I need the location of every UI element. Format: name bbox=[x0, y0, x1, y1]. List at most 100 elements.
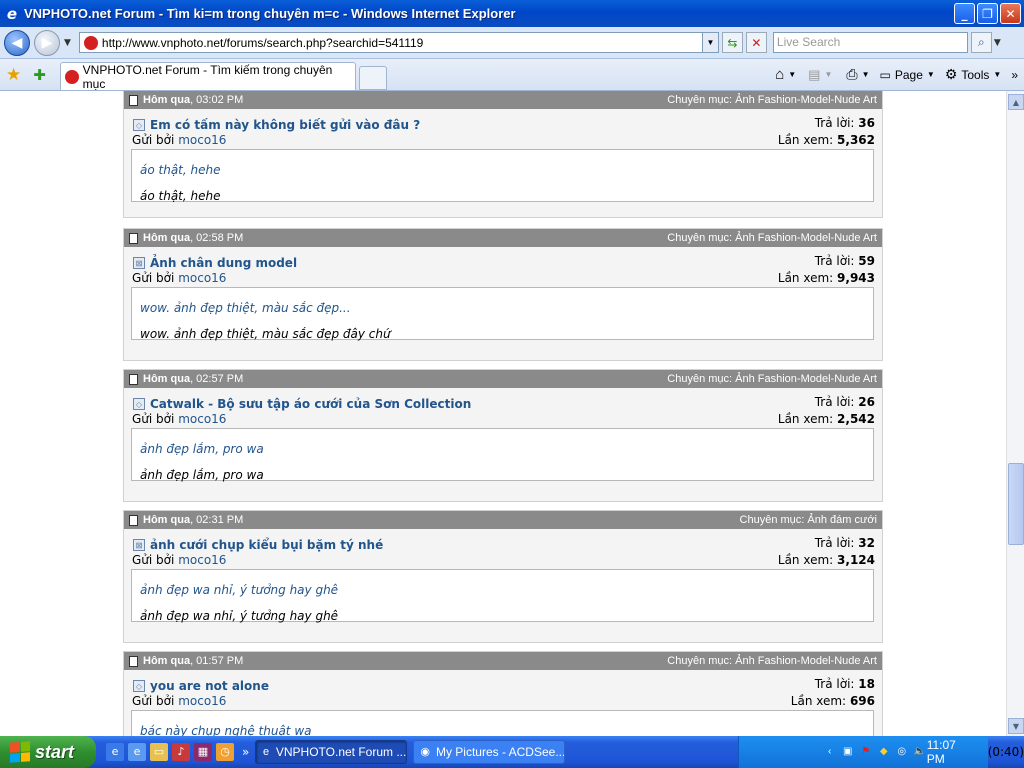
page-dropdown-icon[interactable]: ▼ bbox=[927, 70, 935, 79]
tools-gear-icon[interactable]: ⚙ bbox=[945, 66, 958, 83]
page-menu[interactable]: Page bbox=[895, 68, 923, 82]
scroll-up-button[interactable]: ▲ bbox=[1008, 94, 1024, 110]
refresh-button[interactable]: ⇆ bbox=[721, 32, 743, 53]
views-count: 5,362 bbox=[837, 133, 875, 147]
task-acdsee[interactable]: ◉ My Pictures - ACDSee... bbox=[413, 740, 566, 764]
tray-chevron-icon[interactable]: ‹ bbox=[823, 745, 837, 759]
tools-menu[interactable]: Tools bbox=[961, 68, 989, 82]
search-result: Hôm qua, 01:57 PM Chuyên mục: Ảnh Fashio… bbox=[123, 651, 883, 736]
app-quicklaunch-icon[interactable]: ▦ bbox=[194, 743, 212, 761]
minimize-button[interactable]: _ bbox=[954, 3, 975, 24]
category-link[interactable]: Ảnh Fashion-Model-Nude Art bbox=[735, 373, 877, 385]
address-field[interactable]: http://www.vnphoto.net/forums/search.php… bbox=[78, 32, 719, 53]
views-count: 696 bbox=[849, 694, 875, 708]
thread-title-link[interactable]: Catwalk - Bộ sưu tập áo cưới của Sơn Col… bbox=[150, 397, 471, 411]
quicklaunch-more-icon[interactable]: » bbox=[242, 745, 249, 759]
media-quicklaunch-icon[interactable]: ♪ bbox=[172, 743, 190, 761]
category-link[interactable]: Ảnh Fashion-Model-Nude Art bbox=[735, 232, 877, 244]
result-header: Hôm qua, 01:57 PM Chuyên mục: Ảnh Fashio… bbox=[124, 652, 882, 670]
views-label: Lần xem: bbox=[777, 133, 834, 147]
scrollbar-thumb[interactable] bbox=[1008, 463, 1024, 545]
address-dropdown-button[interactable]: ▼ bbox=[701, 33, 718, 52]
category-link[interactable]: Ảnh đám cưới bbox=[807, 514, 877, 526]
author-link[interactable]: moco16 bbox=[178, 412, 226, 426]
address-url: http://www.vnphoto.net/forums/search.php… bbox=[101, 35, 424, 50]
vertical-scrollbar[interactable]: ▲ ▼ bbox=[1006, 91, 1024, 736]
author-link[interactable]: moco16 bbox=[178, 694, 226, 708]
ie-quicklaunch-icon[interactable]: e bbox=[106, 743, 124, 761]
antivirus-icon[interactable]: ◎ bbox=[895, 745, 909, 759]
network-icon[interactable]: ▣ bbox=[841, 745, 855, 759]
author-link[interactable]: moco16 bbox=[178, 133, 226, 147]
post-time: , 01:57 PM bbox=[190, 655, 244, 667]
window-title: VNPHOTO.net Forum - Tìm ki=m trong chuyê… bbox=[24, 6, 516, 21]
views-count: 2,542 bbox=[837, 412, 875, 426]
page-content: Hôm qua, 03:02 PM Chuyên mục: Ảnh Fashio… bbox=[0, 91, 1006, 736]
restore-button[interactable]: ❐ bbox=[977, 3, 998, 24]
author-link[interactable]: moco16 bbox=[178, 553, 226, 567]
browser-quicklaunch-icon[interactable]: e bbox=[128, 743, 146, 761]
folder-quicklaunch-icon[interactable]: ▭ bbox=[150, 743, 168, 761]
scroll-down-button[interactable]: ▼ bbox=[1008, 718, 1024, 734]
replies-label: Trả lời: bbox=[814, 254, 855, 268]
print-icon[interactable]: ⎙ bbox=[846, 66, 857, 83]
thread-title-link[interactable]: you are not alone bbox=[150, 679, 269, 693]
home-dropdown-icon[interactable]: ▼ bbox=[788, 70, 796, 79]
task-vnphoto-forum[interactable]: e VNPHOTO.net Forum ... bbox=[255, 740, 408, 764]
post-time: , 02:31 PM bbox=[190, 514, 244, 526]
search-icon[interactable]: ⌕ bbox=[970, 32, 992, 53]
flag-icon[interactable]: ⚑ bbox=[859, 745, 873, 759]
page-icon[interactable]: ▭ bbox=[880, 68, 891, 82]
result-header: Hôm qua, 02:57 PM Chuyên mục: Ảnh Fashio… bbox=[124, 370, 882, 388]
feeds-dropdown-icon[interactable]: ▼ bbox=[824, 70, 832, 79]
forward-button[interactable]: ▶ bbox=[34, 29, 60, 56]
preview-title-link[interactable]: áo thật, hehe bbox=[140, 157, 865, 183]
preview-text: wow. ảnh đẹp thiệt, màu sắc đẹp đây chứ bbox=[140, 327, 391, 341]
tab-vnphoto-forum[interactable]: VNPHOTO.net Forum - Tìm kiếm trong chuyê… bbox=[59, 62, 356, 91]
tools-dropdown-icon[interactable]: ▼ bbox=[993, 70, 1001, 79]
post-time: , 02:58 PM bbox=[190, 232, 244, 244]
tab-favicon-icon bbox=[64, 69, 79, 84]
search-options-dropdown[interactable]: ▼ bbox=[994, 38, 1001, 48]
preview-title-link[interactable]: wow. ảnh đẹp thiệt, màu sắc đẹp... bbox=[140, 295, 865, 321]
views-label: Lần xem: bbox=[777, 271, 834, 285]
windows-logo-icon bbox=[10, 741, 30, 763]
back-button[interactable]: ◀ bbox=[4, 29, 30, 56]
thread-title-link[interactable]: Em có tấm này không biết gửi vào đâu ? bbox=[150, 118, 420, 132]
add-favorites-icon[interactable]: ✚ bbox=[33, 66, 46, 84]
thread-icon: ◇ bbox=[133, 680, 145, 692]
start-button[interactable]: start bbox=[0, 736, 96, 768]
more-chevron-icon[interactable]: » bbox=[1011, 68, 1018, 82]
feeds-icon[interactable]: ▤ bbox=[808, 67, 820, 83]
volume-icon[interactable]: 🔈 bbox=[913, 745, 927, 759]
thread-title-link[interactable]: ảnh cưới chụp kiểu bụi bặm tý nhé bbox=[150, 538, 383, 552]
author-link[interactable]: moco16 bbox=[178, 271, 226, 285]
site-favicon-icon bbox=[83, 35, 98, 50]
by-label: Gửi bởi bbox=[132, 553, 175, 567]
post-icon bbox=[129, 232, 138, 244]
post-day: Hôm qua bbox=[143, 94, 191, 106]
quick-launch: e e ▭ ♪ ▦ ◷ bbox=[106, 743, 234, 761]
new-tab-button[interactable] bbox=[358, 66, 387, 90]
home-icon[interactable]: ⌂ bbox=[775, 66, 784, 83]
preview-title-link[interactable]: ảnh đẹp lắm, pro wa bbox=[140, 436, 865, 462]
preview-title-link[interactable]: bác này chụp nghệ thuật wa bbox=[140, 718, 865, 736]
category-link[interactable]: Ảnh Fashion-Model-Nude Art bbox=[735, 94, 877, 106]
security-icon[interactable]: ◆ bbox=[877, 745, 891, 759]
by-label: Gửi bởi bbox=[132, 694, 175, 708]
live-search-input[interactable]: Live Search bbox=[772, 32, 968, 53]
preview-title-link[interactable]: ảnh đẹp wa nhỉ, ý tưởng hay ghê bbox=[140, 577, 865, 603]
print-dropdown-icon[interactable]: ▼ bbox=[862, 70, 870, 79]
favorites-star-icon[interactable]: ★ bbox=[6, 65, 21, 85]
search-result: Hôm qua, 02:58 PM Chuyên mục: Ảnh Fashio… bbox=[123, 228, 883, 361]
category-link[interactable]: Ảnh Fashion-Model-Nude Art bbox=[735, 655, 877, 667]
by-label: Gửi bởi bbox=[132, 271, 175, 285]
acdsee-task-icon: ◉ bbox=[420, 746, 430, 758]
recent-pages-dropdown[interactable]: ▼ bbox=[64, 38, 71, 48]
close-button[interactable]: ✕ bbox=[1000, 3, 1021, 24]
thread-title-link[interactable]: Ảnh chân dung model bbox=[150, 256, 297, 270]
stop-button[interactable]: ✕ bbox=[745, 32, 767, 53]
thread-icon: ◇ bbox=[133, 119, 145, 131]
clock: 11:07 PM bbox=[926, 738, 956, 766]
clock-quicklaunch-icon[interactable]: ◷ bbox=[216, 743, 234, 761]
